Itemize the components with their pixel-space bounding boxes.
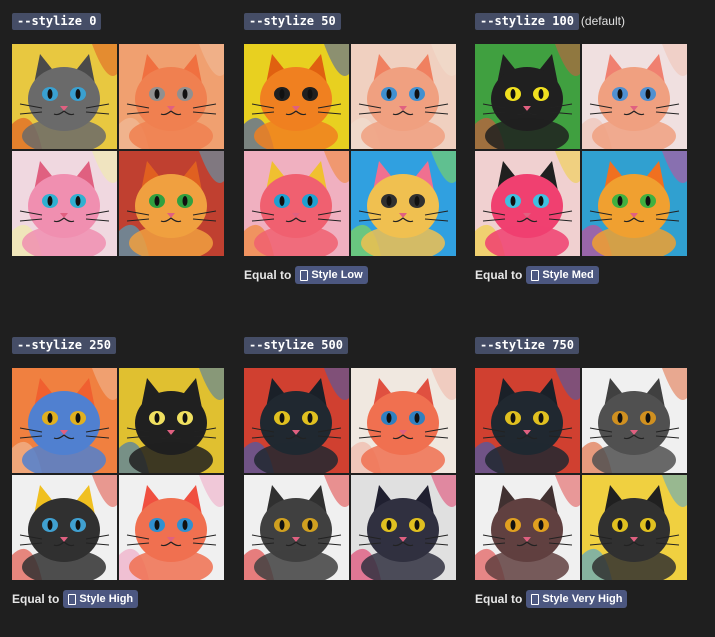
panel-header: --stylize 500 xyxy=(244,336,456,354)
style-label: Style Low xyxy=(311,269,363,281)
cat-image[interactable] xyxy=(351,368,456,473)
cat-image[interactable] xyxy=(244,151,349,256)
cat-image[interactable] xyxy=(12,151,117,256)
image-grid xyxy=(12,368,224,580)
cat-image[interactable] xyxy=(475,368,580,473)
panel-header: --stylize 100 (default) xyxy=(475,12,687,30)
equal-to-row: Equal to Style Low xyxy=(244,266,368,284)
image-grid xyxy=(475,44,687,256)
image-grid xyxy=(475,368,687,580)
panel-header: --stylize 50 xyxy=(244,12,456,30)
panel-header: --stylize 250 xyxy=(12,336,224,354)
style-icon xyxy=(531,593,540,605)
cat-image[interactable] xyxy=(244,44,349,149)
style-label: Style High xyxy=(79,593,134,605)
style-icon xyxy=(531,269,540,281)
cat-image[interactable] xyxy=(582,368,687,473)
equal-to-row: Equal to Style Med xyxy=(475,266,599,284)
style-label: Style Med xyxy=(542,269,594,281)
stylize-command: --stylize 0 xyxy=(12,13,102,30)
cat-image[interactable] xyxy=(12,475,117,580)
image-grid xyxy=(244,368,456,580)
equal-to-label: Equal to xyxy=(475,592,523,606)
style-label: Style Very High xyxy=(542,593,623,605)
stylize-command: --stylize 500 xyxy=(244,337,348,354)
panel-header: --stylize 750 xyxy=(475,336,687,354)
cat-image[interactable] xyxy=(351,475,456,580)
stylize-command: --stylize 250 xyxy=(12,337,116,354)
panel: --stylize 500 xyxy=(244,336,456,580)
style-badge[interactable]: Style Low xyxy=(295,266,368,284)
equal-to-label: Equal to xyxy=(475,268,523,282)
panel: --stylize 50 Equal to Style Low xyxy=(244,12,456,284)
cat-image[interactable] xyxy=(119,151,224,256)
cat-image[interactable] xyxy=(244,475,349,580)
cat-image[interactable] xyxy=(12,368,117,473)
image-grid xyxy=(244,44,456,256)
panel: --stylize 750 Equal to Style Very High xyxy=(475,336,687,608)
cat-image[interactable] xyxy=(351,44,456,149)
cat-image[interactable] xyxy=(119,368,224,473)
panel: --stylize 100 (default) Equal to Style M… xyxy=(475,12,687,284)
cat-image[interactable] xyxy=(582,44,687,149)
stylize-command: --stylize 750 xyxy=(475,337,579,354)
equal-to-row: Equal to Style High xyxy=(12,590,139,608)
panel: --stylize 0 xyxy=(12,12,224,256)
cat-image[interactable] xyxy=(475,151,580,256)
cat-image[interactable] xyxy=(475,44,580,149)
panel: --stylize 250 Equal to Style High xyxy=(12,336,224,608)
cat-image[interactable] xyxy=(119,475,224,580)
style-badge[interactable]: Style Very High xyxy=(526,590,628,608)
style-badge[interactable]: Style Med xyxy=(526,266,599,284)
cat-image[interactable] xyxy=(351,151,456,256)
equal-to-label: Equal to xyxy=(244,268,292,282)
style-badge[interactable]: Style High xyxy=(63,590,139,608)
panel-header: --stylize 0 xyxy=(12,12,224,30)
equal-to-label: Equal to xyxy=(12,592,60,606)
style-icon xyxy=(300,269,309,281)
cat-image[interactable] xyxy=(119,44,224,149)
stylize-command: --stylize 100 xyxy=(475,13,579,30)
style-icon xyxy=(68,593,77,605)
cat-image[interactable] xyxy=(475,475,580,580)
cat-image[interactable] xyxy=(12,44,117,149)
cat-image[interactable] xyxy=(244,368,349,473)
cat-image[interactable] xyxy=(582,151,687,256)
cat-image[interactable] xyxy=(582,475,687,580)
image-grid xyxy=(12,44,224,256)
stylize-command: --stylize 50 xyxy=(244,13,341,30)
default-note: (default) xyxy=(580,14,625,28)
equal-to-row: Equal to Style Very High xyxy=(475,590,628,608)
